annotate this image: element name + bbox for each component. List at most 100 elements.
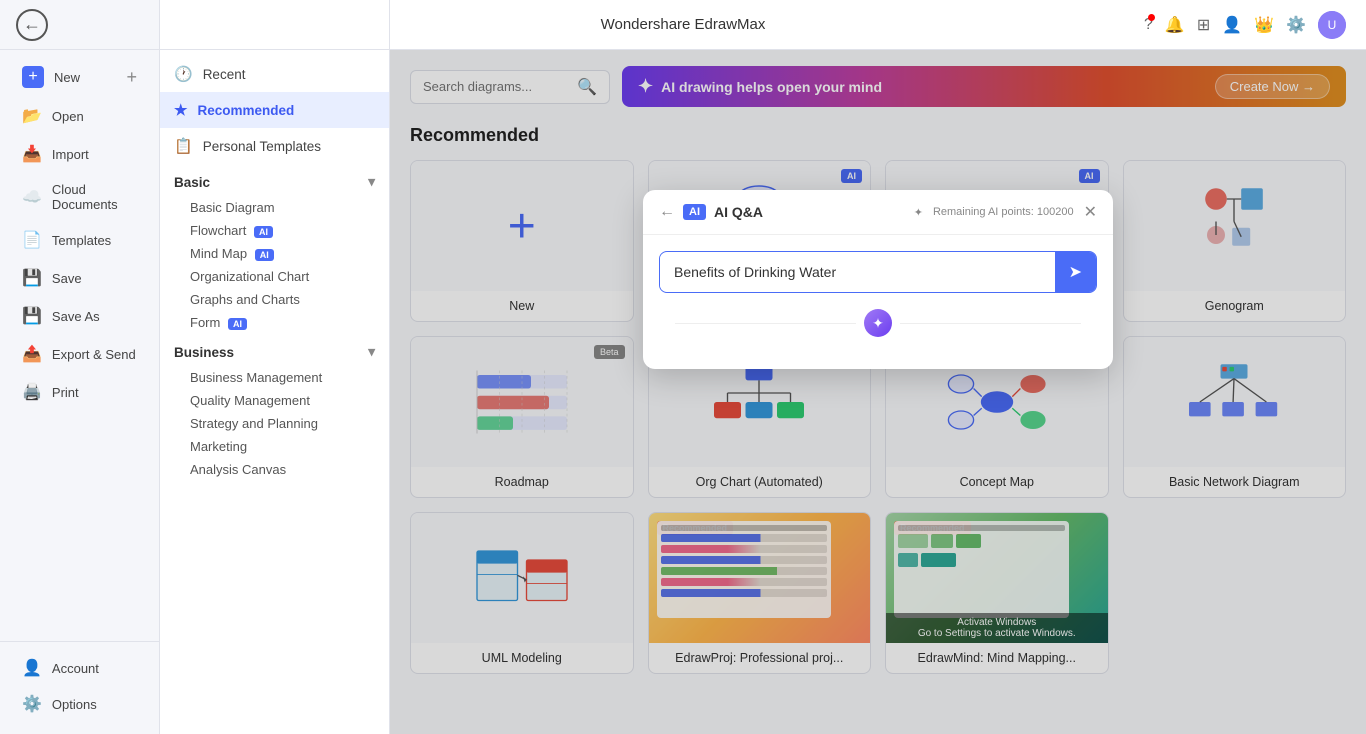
sidebar-bottom: 👤 Account ⚙️ Options	[0, 641, 159, 734]
settings-icon[interactable]: ⚙️	[1286, 15, 1306, 35]
mid-sub-quality[interactable]: Quality Management	[160, 389, 389, 412]
basic-section-label: Basic	[174, 175, 210, 190]
basic-section-header[interactable]: Basic ▾	[160, 164, 389, 196]
import-label: Import	[52, 147, 89, 162]
new-label: New	[54, 70, 80, 85]
ai-remaining-label: Remaining AI points: 100200	[933, 206, 1074, 218]
ai-send-button[interactable]: ➤	[1055, 252, 1096, 292]
nav-item-options[interactable]: ⚙️ Options	[6, 686, 153, 722]
mid-nav: 🕐 Recent ★ Recommended 📋 Personal Templa…	[160, 50, 389, 734]
nav-item-saveas[interactable]: 💾 Save As	[6, 298, 153, 334]
save-icon: 💾	[22, 268, 42, 288]
help-icon[interactable]: ?	[1144, 16, 1153, 34]
cloud-label: Cloud Documents	[52, 182, 137, 212]
content-area: 🔍 ✦ AI drawing helps open your mind Crea…	[390, 50, 1366, 734]
notification-dot	[1148, 14, 1155, 21]
saveas-label: Save As	[52, 309, 100, 324]
personal-icon: 📋	[174, 137, 193, 155]
sidebar-mid-top	[160, 0, 389, 50]
nav-item-open[interactable]: 📂 Open	[6, 98, 153, 134]
back-button[interactable]: ←	[16, 9, 48, 41]
thinking-line-right	[900, 323, 1081, 324]
mid-sub-graphs[interactable]: Graphs and Charts	[160, 288, 389, 311]
nav-item-print[interactable]: 🖨️ Print	[6, 374, 153, 410]
ai-thinking-row: ✦	[659, 293, 1097, 353]
mid-nav-recommended[interactable]: ★ Recommended	[160, 92, 389, 128]
options-icon: ⚙️	[22, 694, 42, 714]
new-extra-plus: +	[126, 67, 137, 88]
thinking-line-left	[675, 323, 856, 324]
nav-item-templates[interactable]: 📄 Templates	[6, 222, 153, 258]
print-icon: 🖨️	[22, 382, 42, 402]
mid-nav-recent[interactable]: 🕐 Recent	[160, 56, 389, 92]
ai-popup-title-text: AI Q&A	[714, 204, 763, 220]
ai-popup-close-icon[interactable]: ✕	[1084, 202, 1097, 222]
mid-sub-flowchart[interactable]: Flowchart AI	[160, 219, 389, 242]
mid-nav-personal[interactable]: 📋 Personal Templates	[160, 128, 389, 164]
basic-chevron-icon: ▾	[368, 174, 375, 190]
svg-text:U: U	[1328, 18, 1337, 32]
nav-item-new[interactable]: + New +	[6, 58, 153, 96]
new-plus-icon: +	[22, 66, 44, 88]
ai-popup-back-icon[interactable]: ←	[659, 203, 675, 221]
mid-sub-biz-mgmt[interactable]: Business Management	[160, 366, 389, 389]
recommended-icon: ★	[174, 101, 187, 119]
form-label: Form	[190, 315, 220, 330]
nav-item-export[interactable]: 📤 Export & Send	[6, 336, 153, 372]
open-label: Open	[52, 109, 84, 124]
print-label: Print	[52, 385, 79, 400]
orgchart-label: Organizational Chart	[190, 269, 309, 284]
crown-icon[interactable]: 👑	[1254, 15, 1274, 35]
header-right: ? 🔔 ⊞ 👤 👑 ⚙️ U	[1144, 11, 1346, 39]
saveas-icon: 💾	[22, 306, 42, 326]
user-menu-icon[interactable]: 👤	[1222, 15, 1242, 35]
ai-thinking-icon: ✦	[864, 309, 892, 337]
import-icon: 📥	[22, 144, 42, 164]
recent-label: Recent	[203, 67, 246, 82]
mid-sub-marketing[interactable]: Marketing	[160, 435, 389, 458]
business-chevron-icon: ▾	[368, 344, 375, 360]
biz-mgmt-label: Business Management	[190, 370, 322, 385]
mid-sub-form[interactable]: Form AI	[160, 311, 389, 334]
quality-label: Quality Management	[190, 393, 310, 408]
templates-icon: 📄	[22, 230, 42, 250]
business-section-label: Business	[174, 345, 234, 360]
ai-logo-badge: AI	[683, 204, 706, 220]
ai-popup-title: ← AI AI Q&A	[659, 203, 763, 221]
mid-sub-orgchart[interactable]: Organizational Chart	[160, 265, 389, 288]
export-label: Export & Send	[52, 347, 136, 362]
mid-sub-analysis[interactable]: Analysis Canvas	[160, 458, 389, 481]
personal-label: Personal Templates	[203, 139, 321, 154]
nav-item-save[interactable]: 💾 Save	[6, 260, 153, 296]
nav-item-import[interactable]: 📥 Import	[6, 136, 153, 172]
avatar[interactable]: U	[1318, 11, 1346, 39]
ai-send-icon: ➤	[1069, 264, 1082, 281]
ai-popup-overlay[interactable]: ← AI AI Q&A ✦ Remaining AI points: 10020…	[390, 50, 1366, 734]
mid-sub-mindmap[interactable]: Mind Map AI	[160, 242, 389, 265]
ai-input-row: ➤	[659, 251, 1097, 293]
sidebar-nav: + New + 📂 Open 📥 Import ☁️ Cloud Documen…	[0, 50, 159, 641]
basic-diagram-label: Basic Diagram	[190, 200, 275, 215]
ai-input[interactable]	[660, 254, 1055, 290]
analysis-label: Analysis Canvas	[190, 462, 286, 477]
bell-icon[interactable]: 🔔	[1165, 15, 1185, 35]
flowchart-ai-badge: AI	[254, 226, 273, 238]
main-header: Wondershare EdrawMax ? 🔔 ⊞ 👤 👑 ⚙️ U	[390, 0, 1366, 50]
business-section-header[interactable]: Business ▾	[160, 334, 389, 366]
ai-popup: ← AI AI Q&A ✦ Remaining AI points: 10020…	[643, 190, 1113, 369]
ai-popup-meta: ✦ Remaining AI points: 100200 ✕	[914, 202, 1097, 222]
mid-sub-strategy[interactable]: Strategy and Planning	[160, 412, 389, 435]
open-icon: 📂	[22, 106, 42, 126]
grid-icon[interactable]: ⊞	[1197, 15, 1210, 35]
options-label: Options	[52, 697, 97, 712]
save-label: Save	[52, 271, 82, 286]
ai-points-icon: ✦	[914, 206, 923, 219]
account-label: Account	[52, 661, 99, 676]
flowchart-label: Flowchart	[190, 223, 246, 238]
mid-sub-basic-diagram[interactable]: Basic Diagram	[160, 196, 389, 219]
ai-popup-header: ← AI AI Q&A ✦ Remaining AI points: 10020…	[643, 190, 1113, 235]
nav-item-cloud[interactable]: ☁️ Cloud Documents	[6, 174, 153, 220]
nav-item-account[interactable]: 👤 Account	[6, 650, 153, 686]
templates-label: Templates	[52, 233, 111, 248]
sidebar-mid: 🕐 Recent ★ Recommended 📋 Personal Templa…	[160, 0, 390, 734]
